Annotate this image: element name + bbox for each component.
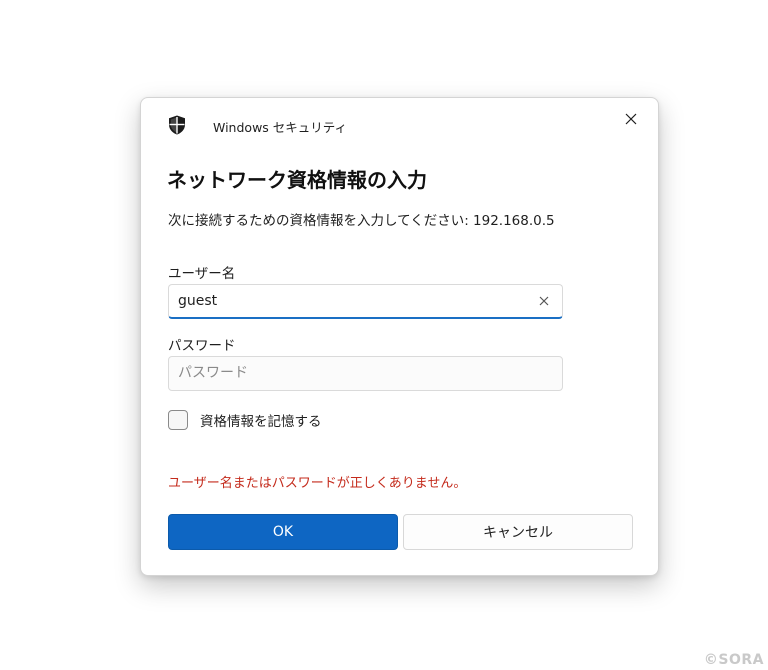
remember-credentials-row: 資格情報を記憶する (168, 410, 322, 430)
username-label: ユーザー名 (168, 266, 236, 282)
ok-button[interactable]: OK (168, 514, 398, 550)
remember-credentials-checkbox[interactable] (168, 410, 188, 430)
remember-credentials-label: 資格情報を記憶する (200, 414, 322, 430)
close-button[interactable] (618, 106, 644, 132)
clear-icon[interactable] (536, 293, 552, 309)
username-field-box (168, 284, 563, 319)
password-label: パスワード (168, 338, 236, 354)
close-icon (625, 113, 637, 125)
cancel-button[interactable]: キャンセル (403, 514, 633, 550)
password-field-box (168, 356, 563, 391)
dialog-heading: ネットワーク資格情報の入力 (167, 168, 427, 192)
dialog-message: 次に接続するための資格情報を入力してください: 192.168.0.5 (168, 213, 555, 229)
password-input[interactable] (178, 357, 518, 389)
window-title: Windows セキュリティ (213, 120, 348, 135)
error-message: ユーザー名またはパスワードが正しくありません。 (168, 476, 467, 491)
copyright-watermark: ©SORA (703, 652, 764, 668)
credential-dialog: Windows セキュリティ ネットワーク資格情報の入力 次に接続するための資格… (140, 97, 659, 576)
username-input[interactable] (178, 285, 518, 317)
shield-icon (169, 115, 185, 135)
